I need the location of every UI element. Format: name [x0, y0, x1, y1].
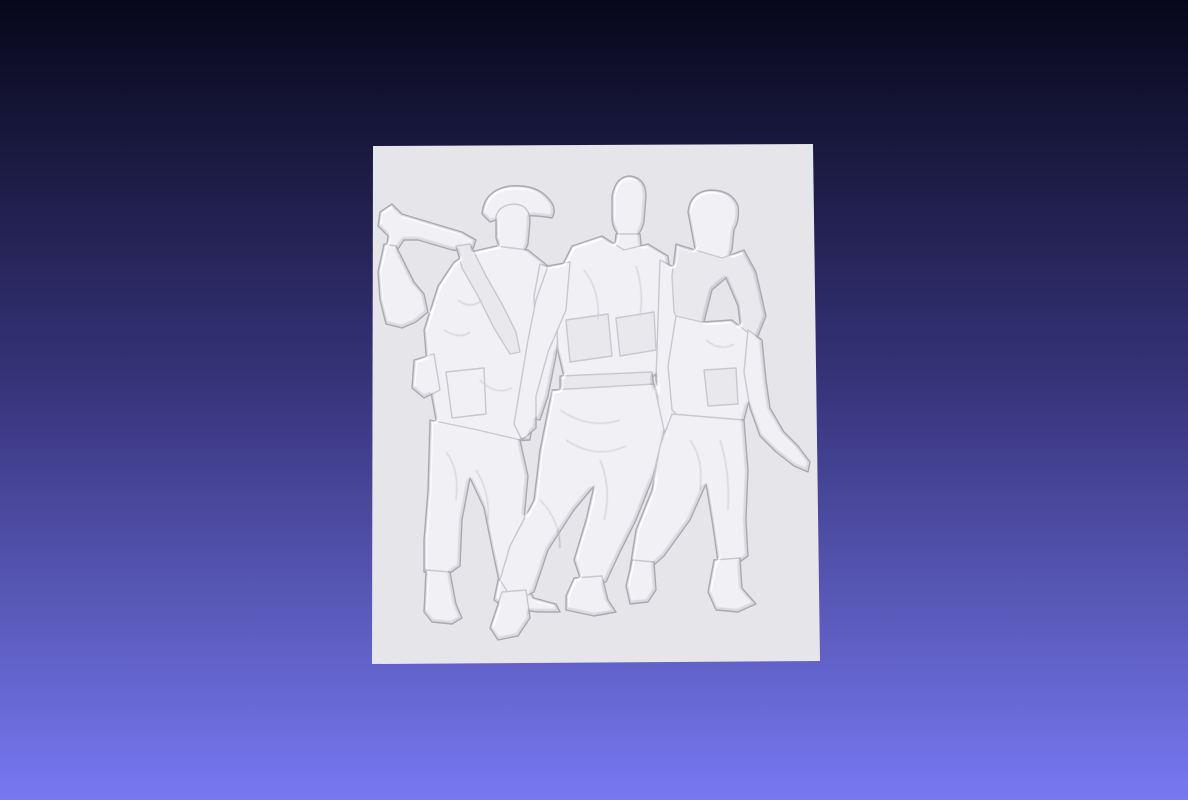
boot-right-1 [625, 559, 657, 605]
shirt-pocket-right [703, 367, 739, 407]
vest-pocket [565, 313, 613, 363]
3d-viewport[interactable] [0, 0, 1188, 800]
relief-model[interactable] [0, 0, 1188, 800]
vest-pocket-2 [615, 311, 657, 357]
canteen-pouch [411, 353, 441, 399]
head-middle [611, 175, 647, 241]
cargo-pouch [445, 367, 487, 419]
